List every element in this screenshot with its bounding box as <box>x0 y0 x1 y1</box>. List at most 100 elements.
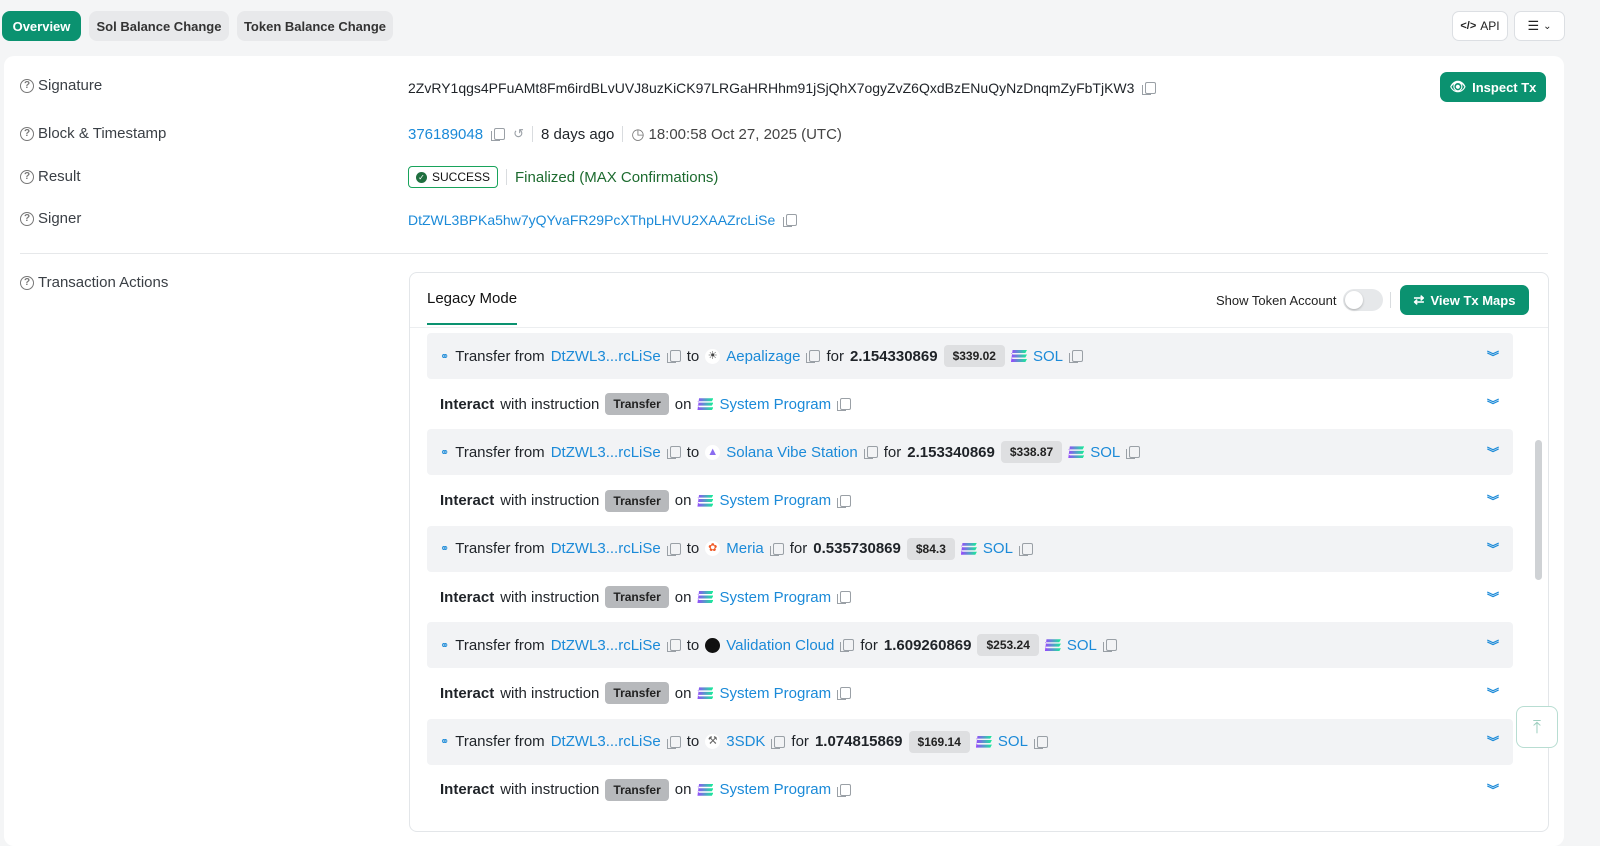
copy-icon[interactable] <box>1126 446 1141 460</box>
expand-chevron-icon[interactable]: ︾ <box>1487 348 1499 365</box>
expand-chevron-icon[interactable]: ︾ <box>1487 733 1499 750</box>
copy-icon[interactable] <box>837 398 852 412</box>
help-icon[interactable]: ? <box>20 78 34 93</box>
copy-icon[interactable] <box>1018 542 1033 556</box>
transfer-action-row[interactable]: ⚭ Transfer from DtZWL3...rcLiSe to ⚒ 3SDK for 1… <box>427 718 1513 765</box>
inspect-tx-button[interactable]: 👁 Inspect Tx <box>1440 72 1546 102</box>
actions-label-text: Transaction Actions <box>38 274 169 291</box>
expand-chevron-icon[interactable]: ︾ <box>1487 781 1499 798</box>
signer-label: ? Signer <box>20 210 81 227</box>
program-link[interactable]: System Program <box>719 396 831 413</box>
tab-overview[interactable]: Overview <box>2 11 81 41</box>
program-link[interactable]: System Program <box>719 589 831 606</box>
copy-icon[interactable] <box>666 639 681 653</box>
from-address-link[interactable]: DtZWL3...rcLiSe <box>551 540 661 557</box>
copy-icon[interactable] <box>863 446 878 460</box>
copy-icon[interactable] <box>840 639 855 653</box>
interact-word: Interact <box>440 492 495 510</box>
copy-icon[interactable] <box>666 735 681 749</box>
history-icon[interactable]: ↺ <box>513 126 524 142</box>
api-label: API <box>1480 19 1500 33</box>
copy-icon[interactable] <box>1102 639 1117 653</box>
expand-chevron-icon[interactable]: ︾ <box>1487 589 1499 606</box>
copy-icon[interactable] <box>1033 735 1048 749</box>
to-word: to <box>686 733 700 751</box>
to-entity-link[interactable]: Meria <box>726 540 764 557</box>
copy-icon[interactable] <box>491 128 506 141</box>
to-entity-link[interactable]: Aepalizage <box>726 348 800 365</box>
usd-value-badge: $84.3 <box>906 537 955 560</box>
interact-action-row[interactable]: Interact with instruction Transfer on System… <box>427 381 1513 428</box>
help-icon[interactable]: ? <box>20 211 34 226</box>
interact-action-row[interactable]: Interact with instruction Transfer on System… <box>427 574 1513 620</box>
system-program-icon <box>697 783 714 796</box>
program-link[interactable]: System Program <box>719 685 831 702</box>
copy-icon[interactable] <box>666 350 681 363</box>
scroll-to-top-button[interactable]: ⤒ <box>1516 706 1558 748</box>
copy-icon[interactable] <box>1068 350 1083 363</box>
expand-chevron-icon[interactable]: ︾ <box>1487 540 1499 557</box>
to-entity-link[interactable]: 3SDK <box>726 733 765 750</box>
interact-action-row[interactable]: Interact with instruction Transfer on System… <box>427 766 1513 813</box>
expand-chevron-icon[interactable]: ︾ <box>1487 637 1499 654</box>
to-entity-link[interactable]: Solana Vibe Station <box>726 444 858 461</box>
copy-icon[interactable] <box>769 542 784 556</box>
block-number-link[interactable]: 376189048 <box>408 126 483 143</box>
signer-label-text: Signer <box>38 210 82 227</box>
copy-icon[interactable] <box>666 542 681 556</box>
divider <box>622 126 624 142</box>
from-address-link[interactable]: DtZWL3...rcLiSe <box>551 637 661 654</box>
expand-chevron-icon[interactable]: ︾ <box>1487 444 1499 461</box>
signer-link[interactable]: DtZWL3BPKa5hw7yQYvaFR29PcXThpLHVU2XAAZrc… <box>408 212 775 228</box>
expand-chevron-icon[interactable]: ︾ <box>1487 492 1499 509</box>
expand-chevron-icon[interactable]: ︾ <box>1487 685 1499 702</box>
interact-action-row[interactable]: Interact with instruction Transfer on System… <box>427 477 1513 524</box>
tab-sol-balance-change[interactable]: Sol Balance Change <box>89 11 229 41</box>
interact-word: Interact <box>440 684 495 702</box>
copy-icon[interactable] <box>1142 82 1157 95</box>
copy-icon[interactable] <box>806 350 821 363</box>
action-prefix: Transfer from <box>455 733 545 751</box>
copy-icon[interactable] <box>783 214 798 227</box>
help-icon[interactable]: ? <box>20 169 34 184</box>
transfer-action-row[interactable]: ⚭ Transfer from DtZWL3...rcLiSe to ✿ Meria for… <box>427 525 1513 572</box>
view-menu-button[interactable]: ☰ ⌄ <box>1514 11 1565 41</box>
from-address-link[interactable]: DtZWL3...rcLiSe <box>551 444 661 461</box>
copy-icon[interactable] <box>837 687 852 701</box>
copy-icon[interactable] <box>837 783 852 797</box>
transfer-action-row[interactable]: ⚭ Transfer from DtZWL3...rcLiSe to ● Validati… <box>427 622 1513 669</box>
program-link[interactable]: System Program <box>719 492 831 509</box>
sol-token-icon <box>1010 350 1027 362</box>
signature-text[interactable]: 2ZvRY1qgs4PFuAMt8Fm6irdBLvUVJ8uzKiCK97LR… <box>408 80 1134 96</box>
show-token-account-toggle[interactable] <box>1343 289 1383 311</box>
token-link[interactable]: SOL <box>983 540 1013 557</box>
copy-icon[interactable] <box>837 494 852 508</box>
interact-word: Interact <box>440 588 495 606</box>
block-timestamp-value: 376189048 ↺ 8 days ago ◷ 18:00:58 Oct 27… <box>408 125 842 144</box>
copy-icon[interactable] <box>837 591 852 604</box>
token-link[interactable]: SOL <box>1033 348 1063 365</box>
token-link[interactable]: SOL <box>998 733 1028 750</box>
transfer-action-row[interactable]: ⚭ Transfer from DtZWL3...rcLiSe to ▲ Solana V… <box>427 429 1513 476</box>
from-address-link[interactable]: DtZWL3...rcLiSe <box>551 733 661 750</box>
copy-icon[interactable] <box>771 735 786 749</box>
instruction-text: with instruction <box>500 684 600 702</box>
token-link[interactable]: SOL <box>1067 637 1097 654</box>
scrollbar-thumb[interactable] <box>1535 440 1542 580</box>
amount-value: 2.154330869 <box>849 347 938 365</box>
tab-token-balance-change[interactable]: Token Balance Change <box>237 11 393 41</box>
transfer-action-row[interactable]: ⚭ Transfer from DtZWL3...rcLiSe to ☀ Aepaliza… <box>427 333 1513 379</box>
to-entity-link[interactable]: Validation Cloud <box>726 637 834 654</box>
tab-legacy-mode[interactable]: Legacy Mode <box>427 290 517 307</box>
expand-chevron-icon[interactable]: ︾ <box>1487 396 1499 413</box>
copy-icon[interactable] <box>666 446 681 460</box>
token-link[interactable]: SOL <box>1090 444 1120 461</box>
program-link[interactable]: System Program <box>719 781 831 798</box>
top-tab-bar: Overview Sol Balance Change Token Balanc… <box>0 0 1600 54</box>
interact-action-row[interactable]: Interact with instruction Transfer on System… <box>427 670 1513 717</box>
view-tx-maps-button[interactable]: ⇄ View Tx Maps <box>1400 285 1529 315</box>
from-address-link[interactable]: DtZWL3...rcLiSe <box>551 348 661 365</box>
help-icon[interactable]: ? <box>20 275 34 290</box>
api-button[interactable]: </> API <box>1452 11 1508 41</box>
help-icon[interactable]: ? <box>20 126 34 141</box>
